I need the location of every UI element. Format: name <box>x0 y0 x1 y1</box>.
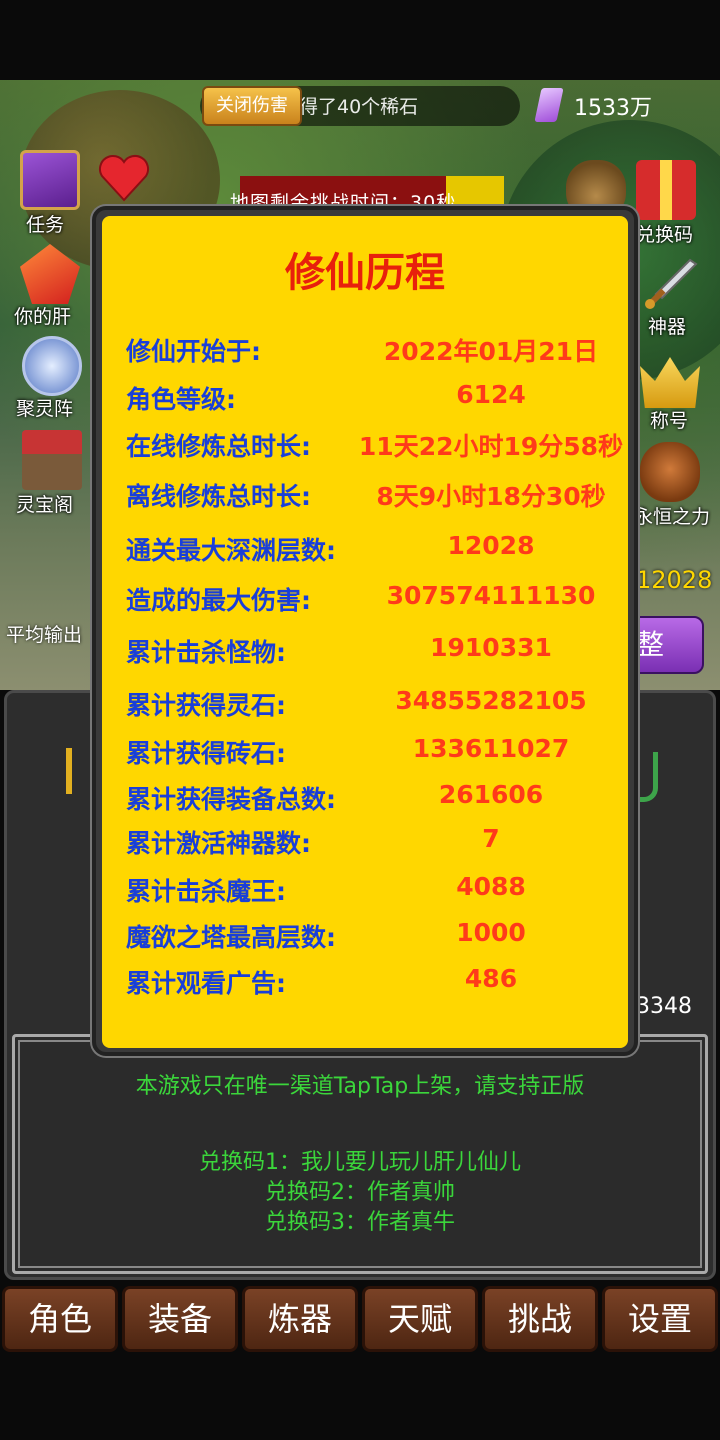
modal-title: 修仙历程 <box>285 250 445 296</box>
quest-book-icon[interactable] <box>20 150 80 210</box>
spirit-array-icon[interactable] <box>22 336 82 396</box>
side-label-title: 称号 <box>650 410 689 432</box>
stat-value: 12028 <box>447 531 535 560</box>
stat-value: 1000 <box>456 918 526 947</box>
stat-value: 1910331 <box>430 633 552 662</box>
redeem-code-1: 兑换码1：我儿要儿玩儿肝儿仙儿 <box>199 1150 521 1175</box>
gift-box-icon[interactable] <box>636 160 696 220</box>
panel-number: 3348 <box>636 994 692 1019</box>
bottom-nav: 角色 装备 炼器 天赋 挑战 设置 <box>0 1286 720 1356</box>
stat-value: 2022年01月21日 <box>383 337 599 366</box>
crystal-count: 1533万 <box>574 96 652 121</box>
stat-label: 累计观看广告: <box>126 969 286 998</box>
nav-challenge-button[interactable]: 挑战 <box>482 1286 598 1352</box>
stat-label: 累计击杀怪物: <box>126 638 286 667</box>
side-label-eternal: 永恒之力 <box>634 506 711 528</box>
close-damage-button[interactable]: 关闭伤害 <box>202 86 302 126</box>
stat-value: 4088 <box>456 872 526 901</box>
stat-label: 修仙开始于: <box>126 337 261 366</box>
stat-value: 8天9小时18分30秒 <box>376 482 606 511</box>
stat-value: 133611027 <box>412 734 570 763</box>
nav-refine-button[interactable]: 炼器 <box>242 1286 358 1352</box>
stat-label: 角色等级: <box>126 385 236 414</box>
side-label-task: 任务 <box>26 214 65 236</box>
nav-character-button[interactable]: 角色 <box>2 1286 118 1352</box>
side-label-artifact: 神器 <box>648 316 687 338</box>
heart-icon[interactable] <box>96 150 152 206</box>
stat-label: 累计获得砖石: <box>126 739 286 768</box>
skull-icon[interactable] <box>640 442 700 502</box>
stat-value: 6124 <box>456 380 526 409</box>
game-screen: 获得了40个稀石 关闭伤害 1533万 地图剩余挑战时间：30秒 任务 你的肝 … <box>0 0 720 1440</box>
stat-value: 34855282105 <box>395 686 587 715</box>
sword-icon[interactable] <box>640 254 700 314</box>
stat-label: 累计击杀魔王: <box>126 877 286 906</box>
redeem-code-3: 兑换码3：作者真牛 <box>265 1210 455 1235</box>
stat-label: 通关最大深渊层数: <box>126 536 336 565</box>
stat-value: 307574111130 <box>386 581 596 610</box>
stat-value: 11天22小时19分58秒 <box>358 432 624 461</box>
stat-label: 离线修炼总时长: <box>126 482 311 511</box>
stat-label: 在线修炼总时长: <box>126 432 311 461</box>
side-label-shop: 灵宝阁 <box>16 494 74 516</box>
stat-label: 累计激活神器数: <box>126 829 311 858</box>
nav-settings-button[interactable]: 设置 <box>602 1286 718 1352</box>
side-label-liver: 你的肝 <box>14 306 72 328</box>
redeem-code-2: 兑换码2：作者真帅 <box>265 1180 455 1205</box>
avg-output-label: 平均输出 <box>6 624 83 646</box>
stat-value: 261606 <box>438 780 544 809</box>
side-label-gather: 聚灵阵 <box>16 398 74 420</box>
stat-label: 累计获得灵石: <box>126 691 286 720</box>
side-label-redeem: 兑换码 <box>636 224 694 246</box>
stat-label: 魔欲之塔最高层数: <box>126 923 336 952</box>
notice-main: 本游戏只在唯一渠道TapTap上架，请支持正版 <box>135 1074 585 1099</box>
abyss-level: 12028 <box>636 566 713 594</box>
shop-icon[interactable] <box>22 430 82 490</box>
stat-label: 累计获得装备总数: <box>126 785 336 814</box>
partial-glyph <box>66 748 90 794</box>
nav-talent-button[interactable]: 天赋 <box>362 1286 478 1352</box>
stat-label: 造成的最大伤害: <box>126 586 311 615</box>
stat-value: 486 <box>464 964 518 993</box>
stat-value: 7 <box>482 824 500 853</box>
nav-equipment-button[interactable]: 装备 <box>122 1286 238 1352</box>
